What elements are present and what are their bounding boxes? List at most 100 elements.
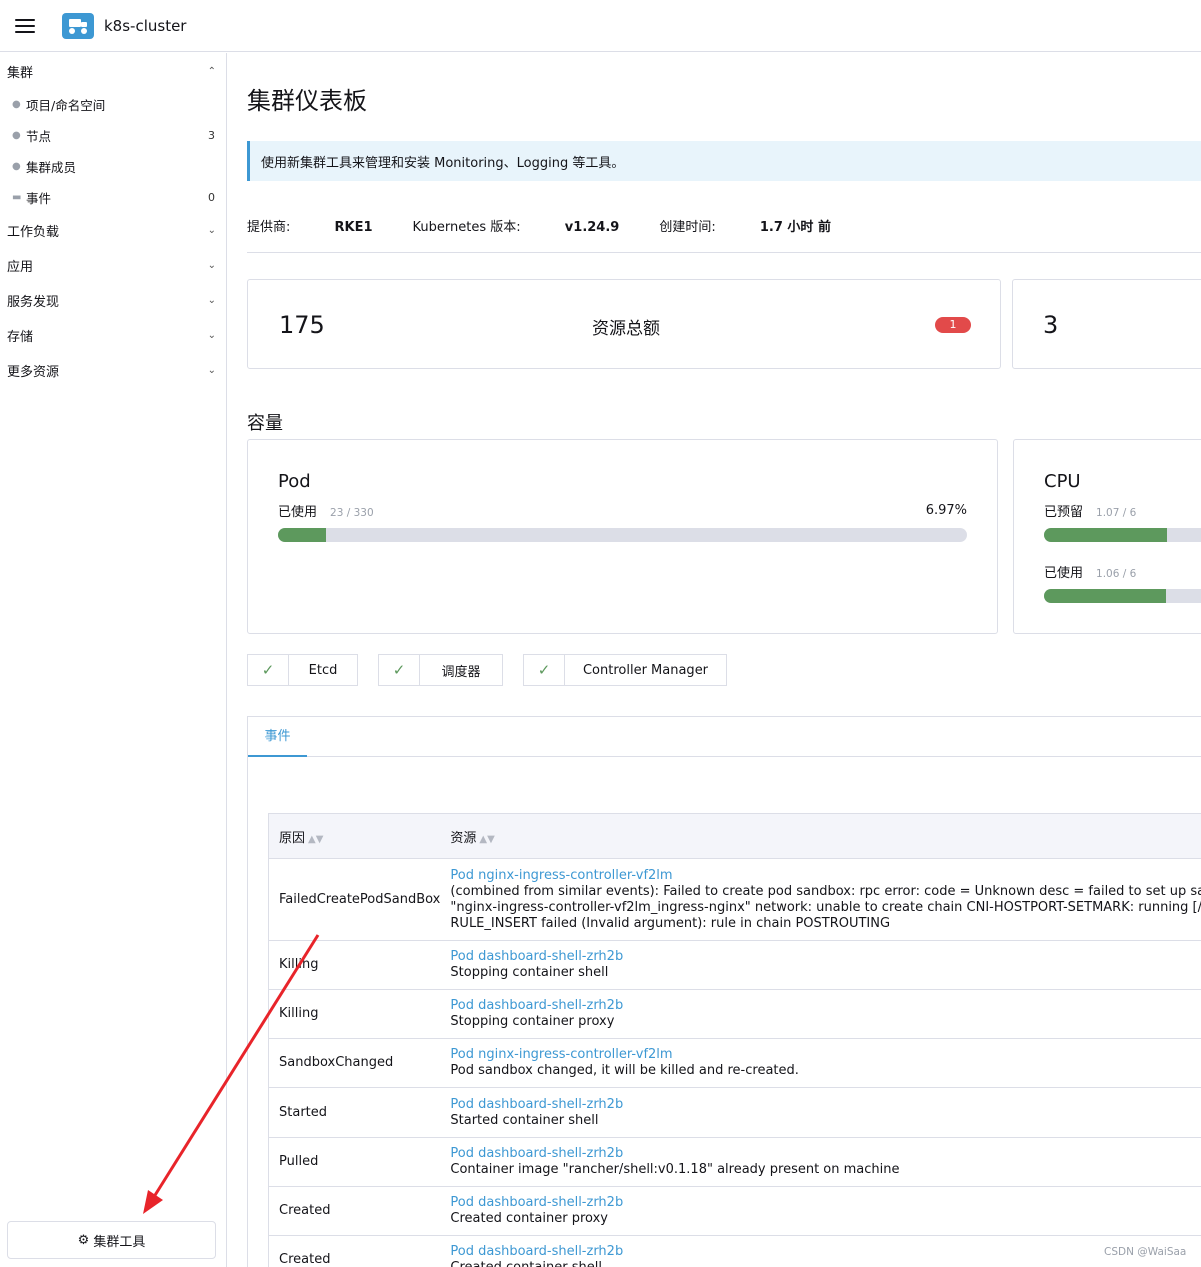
nav-group-label: 工作负载 [7,225,60,240]
tab-events[interactable]: 事件 [248,717,307,757]
main-content: 集群仪表板 使用新集群工具来管理和安装 Monitoring、Logging 等… [247,53,1201,1267]
table-row: CreatedPod dashboard-shell-zrh2bCreated … [268,1186,1201,1236]
event-message: "nginx-ingress-controller-vf2lm_ingress-… [450,899,1201,915]
event-resource: Pod dashboard-shell-zrh2b Started contain… [440,1087,1201,1138]
nav-group-label: 应用 [7,260,34,275]
event-resource: Pod dashboard-shell-zrh2bCreated contain… [440,1186,1201,1236]
event-reason: Killing [268,989,441,1039]
resource-total-label: 资源总额 [592,319,660,339]
component-etcd[interactable]: ✓ Etcd [247,654,358,686]
sidebar-item-events[interactable]: ▬ 事件 0 [0,182,226,213]
nav-group-storage[interactable]: 存储 ⌄ [0,318,226,353]
sidebar-item-label: 项目/命名空间 [26,98,106,113]
cpu-reserved-bar [1044,528,1201,542]
nodes-card[interactable]: 3 [1012,279,1201,369]
globe-icon: ● [12,130,21,141]
event-reason: Created [268,1186,441,1236]
events-panel: 事件 原因 ▲▼ 资源 ▲▼ FailedCreatePodSandBox Pod n… [247,716,1201,1267]
sidebar-item-label: 集群成员 [26,160,77,175]
event-reason: Killing [268,940,441,990]
component-scheduler[interactable]: ✓ 调度器 [378,654,503,686]
event-message: Pod sandbox changed, it will be killed a… [450,1063,799,1078]
table-row: Killing Pod dashboard-shell-zrh2b Stopping… [268,940,1201,990]
table-row: CreatedPod dashboard-shell-zrh2bCreated … [268,1235,1201,1267]
cluster-logo-icon [62,12,94,39]
event-message: Stopping container shell [450,965,609,980]
chevron-down-icon: ⌄ [207,260,216,271]
event-message: Container image "rancher/shell:v0.1.18" … [450,1162,900,1177]
info-banner: 使用新集群工具来管理和安装 Monitoring、Logging 等工具。 [247,141,1201,181]
cluster-tools-button[interactable]: ⚙ 集群工具 [7,1221,216,1259]
k8s-version-info: Kubernetes 版本: v1.24.9 [412,220,620,235]
chevron-down-icon: ⌄ [207,365,216,376]
component-label: 调度器 [441,664,481,680]
sidebar-item-nodes[interactable]: ● 节点 3 [0,120,226,151]
resource-link[interactable]: Pod nginx-ingress-controller-vf2lm [450,868,1201,884]
item-count: 3 [208,129,215,142]
resource-link[interactable]: Pod nginx-ingress-controller-vf2lm [450,1047,1201,1063]
chevron-down-icon: ⌄ [207,295,216,306]
chevron-up-icon: ⌃ [207,65,216,77]
pod-capacity-card: Pod 已使用 23 / 330 6.97% [247,439,998,634]
table-header-row: 原因 ▲▼ 资源 ▲▼ [268,813,1201,859]
sort-icon: ▲▼ [479,833,495,845]
pod-title: Pod [278,471,311,492]
col-resource-header[interactable]: 资源 ▲▼ [440,813,1201,859]
resource-link[interactable]: Pod dashboard-shell-zrh2b [450,1244,1201,1260]
cpu-used-sub: 1.06 / 6 [1096,568,1137,580]
table-row: SandboxChanged Pod nginx-ingress-controll… [268,1038,1201,1088]
event-message: Stopping container proxy [450,1014,615,1029]
capacity-title: 容量 [247,413,283,434]
sidebar-item-projects[interactable]: ● 项目/命名空间 [0,89,226,120]
pod-usage-fill [278,528,327,542]
cpu-reserved-row: 已预留 1.07 / 6 [1044,501,1136,520]
nav-group-workloads[interactable]: 工作负载 ⌄ [0,213,226,248]
resource-link[interactable]: Pod dashboard-shell-zrh2b [450,998,1201,1014]
globe-icon: ● [12,99,21,110]
chevron-down-icon: ⌄ [207,330,216,341]
provider-info: 提供商: RKE1 [247,220,373,235]
event-reason: Pulled [268,1137,441,1187]
cpu-used-row: 已使用 1.06 / 6 [1044,562,1136,581]
page-title: 集群仪表板 [247,87,367,115]
hamburger-menu-icon[interactable] [15,18,35,33]
gear-icon: ⚙ [77,1232,90,1248]
check-icon: ✓ [248,655,289,685]
nav-group-apps[interactable]: 应用 ⌄ [0,248,226,283]
sidebar-item-label: 节点 [26,129,52,144]
component-controller-manager[interactable]: ✓ Controller Manager [523,654,727,686]
resource-link[interactable]: Pod dashboard-shell-zrh2b [450,949,1201,965]
resource-link[interactable]: Pod dashboard-shell-zrh2b [450,1097,1201,1113]
component-label: Etcd [308,662,338,678]
event-reason: Started [268,1087,441,1138]
sidebar: 集群 ⌃ ● 项目/命名空间 ● 节点 3 ● 集群成员 ▬ 事件 0 工作负载 ⌄ 应… [0,53,227,1267]
nav-group-more-resources[interactable]: 更多资源 ⌄ [0,353,226,388]
nav-group-label: 集群 [7,65,34,81]
events-table: 原因 ▲▼ 资源 ▲▼ FailedCreatePodSandBox Pod ngin… [268,813,1201,1267]
check-icon: ✓ [524,655,565,685]
cpu-used-label: 已使用 [1044,566,1084,581]
table-row: Pulled Pod dashboard-shell-zrh2b Container… [268,1137,1201,1187]
sort-icon: ▲▼ [308,833,324,845]
table-row: Killing Pod dashboard-shell-zrh2b Stopping… [268,989,1201,1039]
chevron-down-icon: ⌄ [207,225,216,236]
pod-usage-bar [278,528,967,542]
component-label: Controller Manager [582,662,709,678]
col-reason-header[interactable]: 原因 ▲▼ [268,813,441,859]
sidebar-item-members[interactable]: ● 集群成员 [0,151,226,182]
table-row: Started Pod dashboard-shell-zrh2b Started … [268,1087,1201,1138]
cpu-used-bar [1044,589,1201,603]
resource-total-card[interactable]: 175 资源总额 1 [247,279,1001,369]
resource-link[interactable]: Pod dashboard-shell-zrh2b [450,1195,1201,1211]
resource-link[interactable]: Pod dashboard-shell-zrh2b [450,1146,1201,1162]
cpu-capacity-card: CPU 已预留 1.07 / 6 已使用 1.06 / 6 [1013,439,1201,634]
event-message: RULE_INSERT failed (Invalid argument): r… [450,915,891,931]
cluster-name[interactable]: k8s-cluster [104,17,186,35]
item-count: 0 [208,191,215,204]
event-resource: Pod nginx-ingress-controller-vf2lm (combi… [440,858,1201,941]
event-reason: Created [268,1235,441,1267]
cluster-tools-label: 集群工具 [93,1234,146,1250]
event-reason: FailedCreatePodSandBox [268,858,441,941]
nav-group-service-discovery[interactable]: 服务发现 ⌄ [0,283,226,318]
nav-group-cluster[interactable]: 集群 ⌃ [0,53,226,89]
